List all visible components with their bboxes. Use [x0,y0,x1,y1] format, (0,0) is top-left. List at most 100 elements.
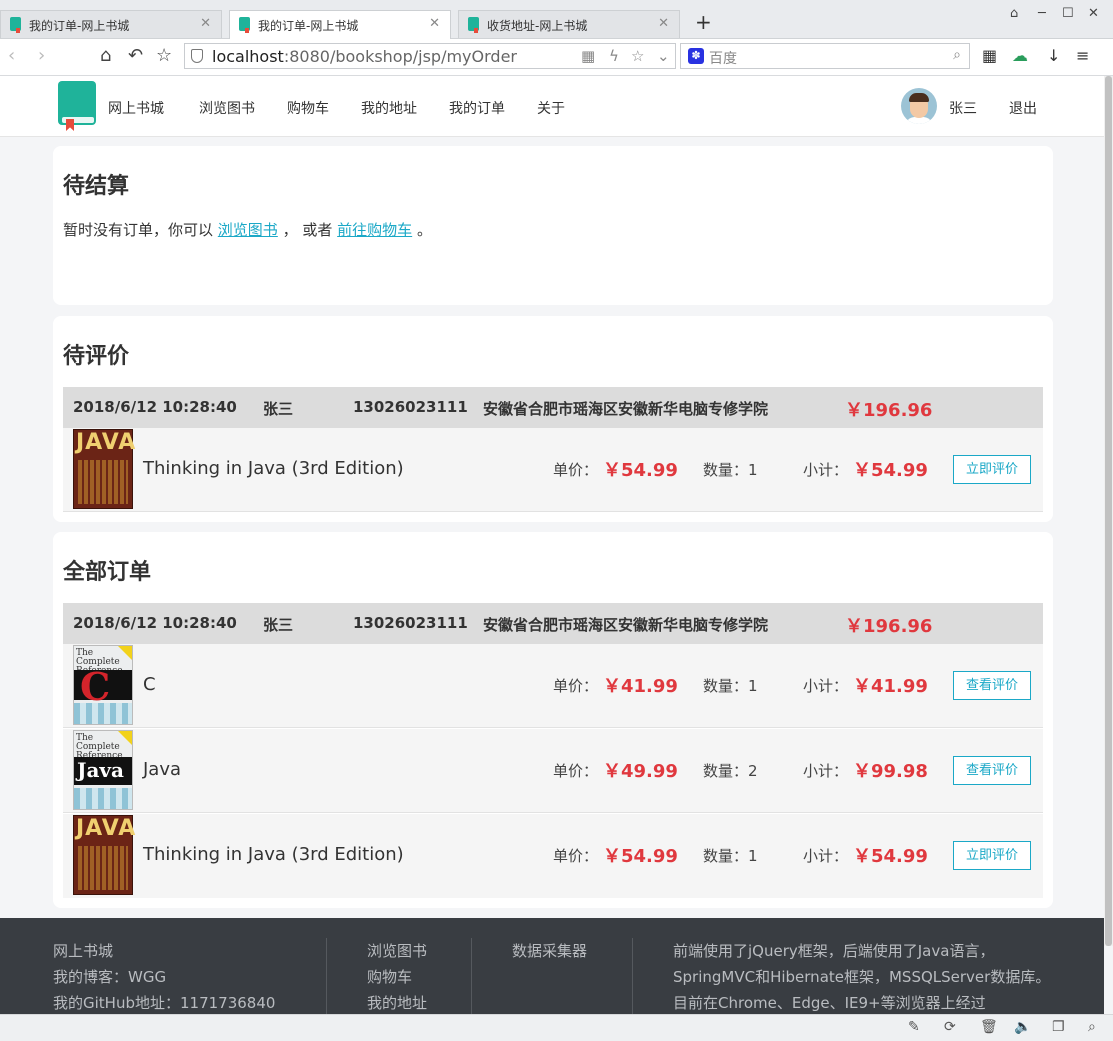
back-icon[interactable]: ‹ [8,45,15,67]
minimize-icon[interactable]: ─ [1038,6,1046,21]
footer-divider [326,938,327,1014]
book-cover-java[interactable]: The Complete Reference Java [73,730,133,810]
lightning-icon[interactable]: ϟ [609,47,619,65]
footer-divider [632,938,633,1014]
all-orders-title: 全部订单 [63,560,152,585]
footer-link-cart[interactable]: 购物车 [367,964,427,990]
quantity: 数量：1 [703,461,758,479]
nav-about[interactable]: 关于 [537,98,565,118]
nav-my-address[interactable]: 我的地址 [361,98,417,118]
site-footer: 网上书城 我的博客：WGG 我的GitHub地址：1171736840 浏览图书… [0,918,1104,1014]
all-orders-panel: 全部订单 2018/6/12 10:28:40 张三 13026023111 安… [53,532,1053,908]
pin-icon[interactable]: ✎ [908,1019,920,1035]
close-window-icon[interactable]: ✕ [1088,6,1099,21]
footer-link-address[interactable]: 我的地址 [367,990,427,1014]
book-title[interactable]: Thinking in Java (3rd Edition) [143,458,404,479]
url-text[interactable]: localhost:8080/bookshop/jsp/myOrder [212,47,517,66]
footer-github[interactable]: 我的GitHub地址：1171736840 [53,990,275,1014]
tab-title: 我的订单-网上书城 [258,19,359,33]
to-review-panel: 待评价 2018/6/12 10:28:40 张三 13026023111 安徽… [53,316,1053,522]
address-bar[interactable]: localhost:8080/bookshop/jsp/myOrder ▦ ϟ … [184,43,676,69]
menu-icon[interactable]: ≡ [1076,46,1089,66]
unit-price: ￥54.99 [603,846,678,867]
page-scrollbar[interactable] [1104,76,1113,946]
book-title[interactable]: Thinking in Java (3rd Edition) [143,844,404,865]
order-address: 安徽省合肥市瑶海区安徽新华电脑专修学院 [483,616,769,634]
to-review-title: 待评价 [63,344,130,369]
review-now-button[interactable]: 立即评价 [953,841,1031,870]
order-phone: 13026023111 [353,398,468,416]
book-cover-c[interactable]: The Complete Reference C [73,645,133,725]
go-to-cart-link[interactable]: 前往购物车 [337,221,412,239]
pending-orders-panel: 待结算 暂时没有订单，你可以 浏览图书 ， 或者 前往购物车 。 [53,146,1053,305]
order-header: 2018/6/12 10:28:40 张三 13026023111 安徽省合肥市… [63,387,1043,428]
book-title[interactable]: C [143,674,156,695]
forward-icon[interactable]: › [38,45,45,67]
close-tab-icon[interactable]: ✕ [429,16,440,31]
review-now-button[interactable]: 立即评价 [953,455,1031,484]
book-cover-thinking-in-java[interactable]: JAVA [73,815,135,895]
apps-grid-icon[interactable]: ▦ [982,46,997,66]
empty-mid: ， 或者 [282,221,333,239]
footer-brand[interactable]: 网上书城 [53,938,275,964]
browser-tab-1[interactable]: 我的订单-网上书城 ✕ [0,10,222,38]
zoom-icon[interactable]: ⌕ [1088,1019,1096,1035]
footer-col-links: 浏览图书 购物车 我的地址 [367,938,427,1014]
footer-col-site: 网上书城 我的博客：WGG 我的GitHub地址：1171736840 [53,938,275,1014]
empty-suffix: 。 [416,221,432,239]
footer-link-browse[interactable]: 浏览图书 [367,938,427,964]
order-recipient: 张三 [263,400,294,418]
tab-title: 我的订单-网上书城 [29,19,130,33]
refresh-icon[interactable]: ⟳ [944,1019,956,1035]
nav-cart[interactable]: 购物车 [287,98,329,118]
search-box[interactable]: ✽ 百度 ⌕ [680,43,970,69]
undo-icon[interactable]: ↶ [128,45,143,67]
browse-books-link[interactable]: 浏览图书 [218,221,278,239]
browser-toolbar: ‹ › ⌂ ↶ ☆ localhost:8080/bookshop/jsp/my… [0,39,1113,76]
nav-browse-books[interactable]: 浏览图书 [199,98,255,118]
footer-link-collector[interactable]: 数据采集器 [512,938,587,964]
order-item-row: JAVA Thinking in Java (3rd Edition) 单价： … [63,814,1043,898]
book-cover-thinking-in-java[interactable]: JAVA [73,429,135,509]
quantity: 数量：1 [703,677,758,695]
home-icon[interactable]: ⌂ [100,45,111,67]
book-title[interactable]: Java [143,759,181,780]
volume-icon[interactable]: 🔈 [1014,1019,1031,1035]
search-icon[interactable]: ⌕ [953,47,961,63]
skin-icon[interactable]: ⌂ [1010,6,1018,21]
browser-status-bar: ✎ ⟳ 🗑 🔈 ❐ ⌕ [0,1014,1113,1041]
tab-title: 收货地址-网上书城 [487,19,588,33]
bookshop-logo-icon[interactable] [58,81,98,131]
nav-my-orders[interactable]: 我的订单 [449,98,505,118]
browser-tab-bar: 我的订单-网上书城 ✕ 我的订单-网上书城 ✕ 收货地址-网上书城 ✕ + ⌂ … [0,0,1113,39]
browser-tab-3[interactable]: 收货地址-网上书城 ✕ [458,10,680,38]
unit-price: ￥41.99 [603,676,678,697]
quantity: 数量：1 [703,847,758,865]
baidu-logo-icon: ✽ [688,48,704,64]
close-tab-icon[interactable]: ✕ [200,16,211,31]
brand-link[interactable]: 网上书城 [108,98,164,118]
avatar[interactable] [901,88,937,124]
extension-cloud-icon[interactable]: ☁ [1012,46,1028,66]
close-tab-icon[interactable]: ✕ [658,16,669,31]
new-tab-icon[interactable]: + [695,12,712,32]
username[interactable]: 张三 [949,98,977,118]
view-review-button[interactable]: 查看评价 [953,671,1031,700]
logout-link[interactable]: 退出 [1009,98,1037,118]
footer-blog[interactable]: 我的博客：WGG [53,964,275,990]
order-total: ￥196.96 [845,400,933,421]
search-input[interactable]: 百度 [709,48,737,68]
trash-icon[interactable]: 🗑 [980,1019,998,1035]
view-review-button[interactable]: 查看评价 [953,756,1031,785]
order-recipient: 张三 [263,616,294,634]
maximize-icon[interactable]: ☐ [1062,6,1074,21]
bookmark-star-icon[interactable]: ☆ [631,47,644,65]
browser-tab-2[interactable]: 我的订单-网上书城 ✕ [229,10,451,39]
qr-code-icon[interactable]: ▦ [581,47,595,65]
dropdown-chevron-icon[interactable]: ⌄ [657,47,670,65]
window-icon[interactable]: ❐ [1052,1019,1065,1035]
scrollbar-thumb[interactable] [1105,76,1112,946]
download-icon[interactable]: ↓ [1047,46,1060,66]
subtotal-label: 小计： [803,847,849,865]
favorite-star-icon[interactable]: ☆ [156,45,172,67]
